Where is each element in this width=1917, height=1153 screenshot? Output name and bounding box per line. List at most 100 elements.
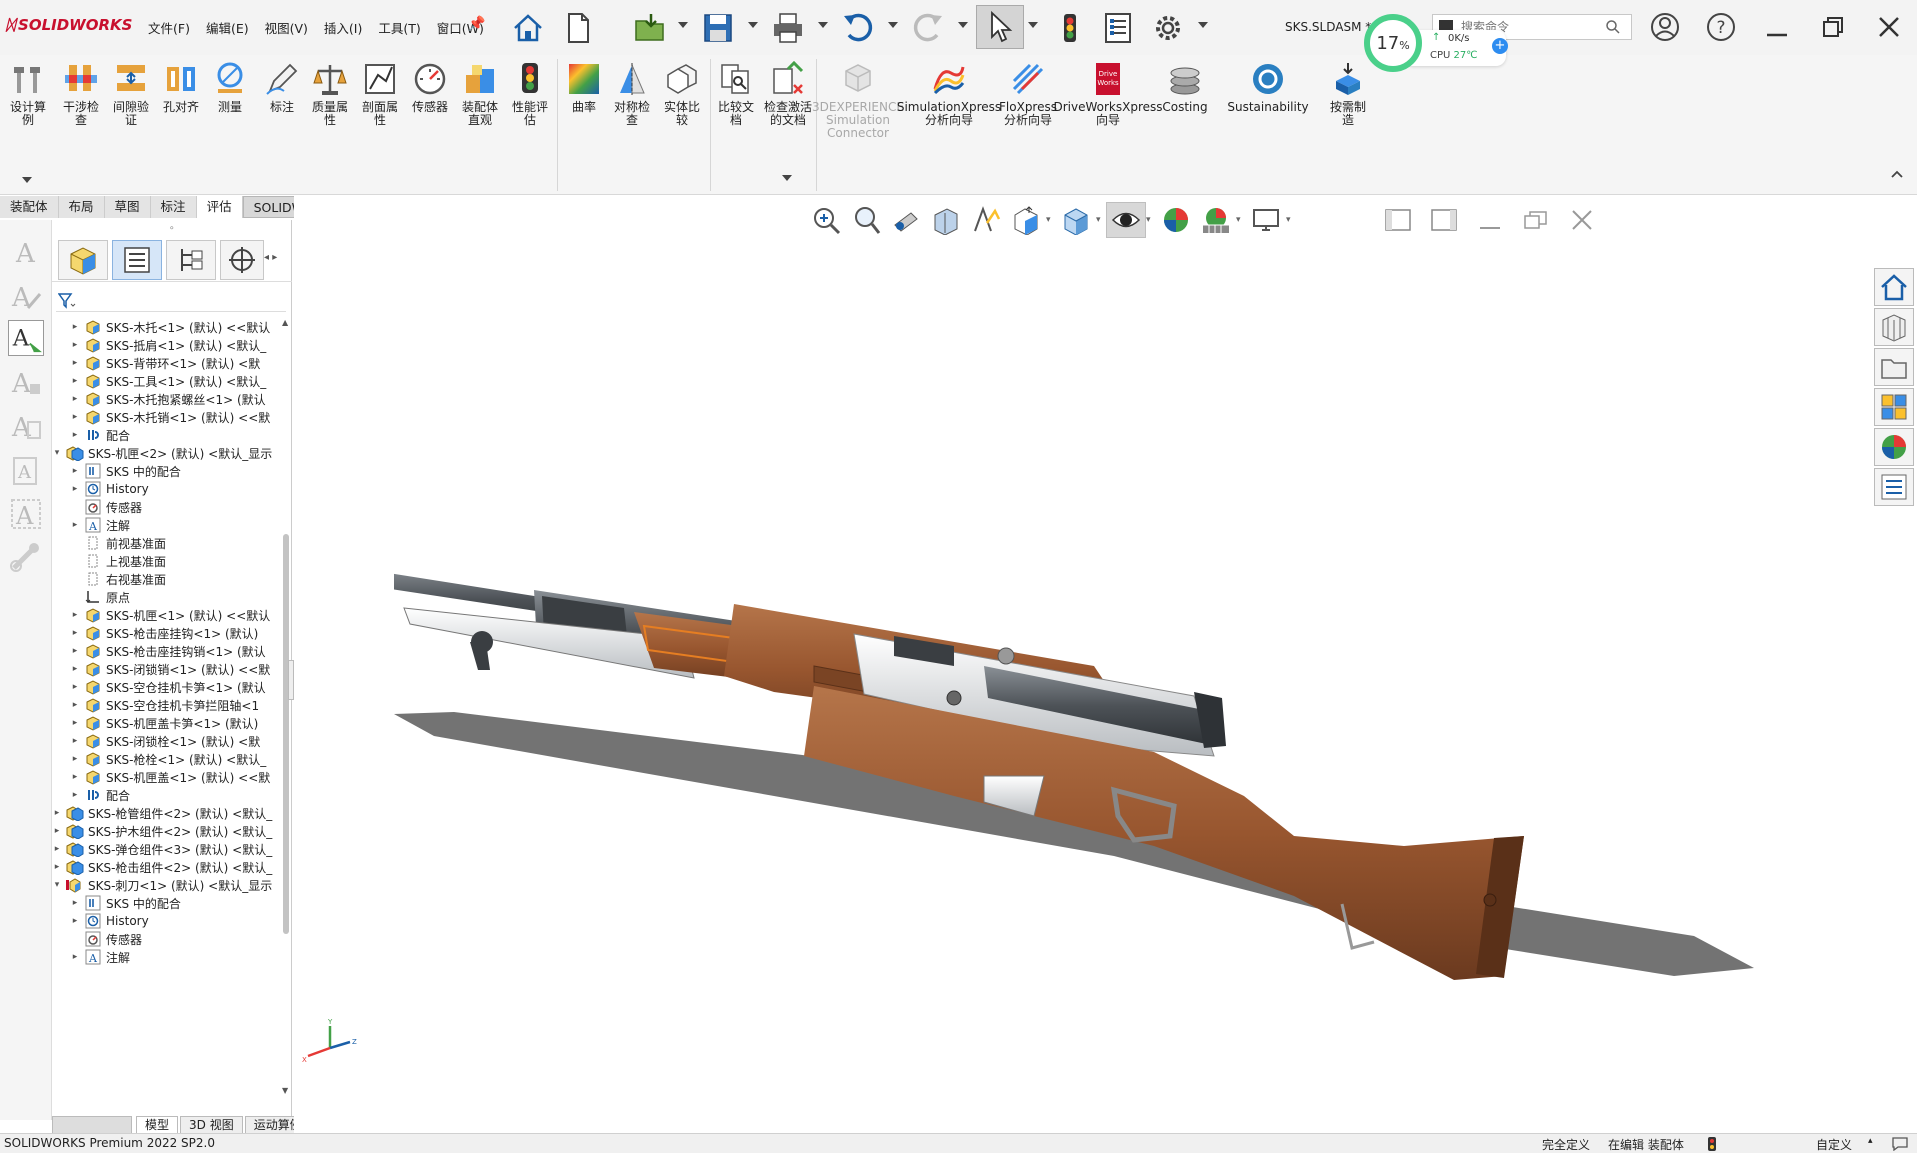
taskpane-solidworks-resources[interactable] (1874, 268, 1914, 306)
print-dropdown-icon[interactable] (818, 22, 828, 28)
redo-button[interactable] (908, 8, 948, 48)
expand-arrow-icon[interactable]: ▸ (52, 808, 62, 818)
ribbon-performance-evaluation[interactable]: 性能评估 (508, 61, 552, 127)
note-frame-icon[interactable]: A (8, 496, 44, 532)
viewport-close-icon[interactable] (1568, 208, 1596, 232)
taskpane-design-library[interactable] (1874, 308, 1914, 346)
hide-show-items-button[interactable] (1106, 202, 1146, 238)
expand-arrow-icon[interactable]: ▸ (70, 358, 80, 368)
account-button[interactable] (1648, 10, 1682, 44)
ribbon-expand-icon[interactable] (782, 175, 792, 181)
ribbon-compare-bodies[interactable]: 实体比较 (660, 61, 704, 127)
scroll-down-icon[interactable]: ▼ (282, 1086, 288, 1095)
ribbon-curvature[interactable]: 曲率 (564, 61, 604, 114)
ribbon-design-study[interactable]: 设计算例 (6, 61, 50, 127)
view-settings-button[interactable] (1246, 202, 1286, 238)
note-box-icon[interactable]: A (8, 408, 44, 444)
expand-arrow-icon[interactable]: ▸ (70, 898, 80, 908)
tab-nav-arrows[interactable] (52, 1116, 132, 1134)
expand-arrow-icon[interactable]: ▸ (70, 322, 80, 332)
propertymanager-tab[interactable] (112, 240, 162, 280)
ribbon-sustainability[interactable]: Sustainability (1227, 61, 1309, 114)
expand-arrow-icon[interactable]: ▸ (52, 826, 62, 836)
save-dropdown-icon[interactable] (748, 22, 758, 28)
expand-arrow-icon[interactable]: ▸ (70, 520, 80, 530)
expand-arrow-icon[interactable]: ▸ (70, 790, 80, 800)
ribbon-costing[interactable]: Costing (1160, 61, 1210, 114)
search-icon[interactable] (1605, 19, 1621, 35)
ribbon-interference-detection[interactable]: 干涉检查 (58, 61, 104, 127)
note-plus-icon[interactable]: A (8, 364, 44, 400)
expand-arrow-icon[interactable]: ▸ (70, 376, 80, 386)
view-orientation-dropdown-icon[interactable]: ▾ (1046, 215, 1056, 225)
zoom-to-fit-button[interactable] (806, 202, 846, 238)
rebuild-button[interactable] (1050, 8, 1090, 48)
tab-3d-view[interactable]: 3D 视图 (180, 1116, 243, 1134)
expand-arrow-icon[interactable]: ▸ (70, 772, 80, 782)
menu-insert[interactable]: 插入(I) (316, 18, 370, 37)
solidworks-logo[interactable]: ᛞ SOLIDWORKS (6, 16, 132, 34)
expand-arrow-icon[interactable]: ▸ (70, 700, 80, 710)
graphics-area[interactable]: ▾ ▾ ▾ ▾ ▾ Y Z X (294, 196, 1917, 1133)
open-dropdown-icon[interactable] (678, 22, 688, 28)
ribbon-mass-properties[interactable]: 质量属性 (308, 61, 352, 127)
ribbon-manufacture-on-demand[interactable]: 按需制造 (1326, 61, 1370, 127)
save-button[interactable] (698, 8, 738, 48)
redo-dropdown-icon[interactable] (958, 22, 968, 28)
options-button[interactable] (1148, 8, 1188, 48)
edit-appearance-button[interactable] (1156, 202, 1196, 238)
tab-markup[interactable]: 标注 (151, 196, 197, 218)
file-properties-button[interactable] (1098, 8, 1138, 48)
menu-view[interactable]: 视图(V) (257, 18, 316, 37)
expand-arrow-icon[interactable]: ▸ (70, 394, 80, 404)
ribbon-symmetry-check[interactable]: 对称检查 (610, 61, 654, 127)
undo-dropdown-icon[interactable] (888, 22, 898, 28)
auto-balloon-icon[interactable]: A (8, 320, 44, 356)
panel-grip-icon[interactable]: ⚬ (168, 224, 176, 234)
tab-model[interactable]: 模型 (136, 1116, 179, 1134)
select-dropdown-icon[interactable] (1028, 22, 1038, 28)
ribbon-minimize-chevron-icon[interactable] (1890, 169, 1904, 179)
viewport-restore-icon[interactable] (1522, 208, 1550, 232)
home-button[interactable] (508, 8, 548, 48)
tab-assembly[interactable]: 装配体 (0, 196, 59, 218)
section-view-button[interactable] (926, 202, 966, 238)
expand-arrow-icon[interactable]: ▸ (70, 916, 80, 926)
menu-tools[interactable]: 工具(T) (370, 18, 428, 37)
pin-menu-icon[interactable]: 📌 (468, 16, 485, 32)
unit-system-dropdown-icon[interactable]: ▴ (1868, 1136, 1873, 1146)
help-button[interactable]: ? (1704, 10, 1738, 44)
expand-arrow-icon[interactable]: ▸ (52, 844, 62, 854)
expand-arrow-icon[interactable]: ▸ (70, 466, 80, 476)
expand-arrow-icon[interactable]: ▸ (70, 952, 80, 962)
expand-arrow-icon[interactable]: ▸ (70, 412, 80, 422)
options-dropdown-icon[interactable] (1198, 22, 1208, 28)
unit-system[interactable]: 自定义 (1816, 1136, 1852, 1153)
open-button[interactable] (630, 8, 670, 48)
tree-item[interactable]: ▸ A 注解 (70, 946, 130, 968)
menu-file[interactable]: 文件(F) (140, 18, 198, 37)
view-orientation-button[interactable] (1006, 202, 1046, 238)
expand-arrow-icon[interactable]: ▸ (70, 610, 80, 620)
rebuild-status-light-icon[interactable] (1708, 1137, 1716, 1151)
note-tool-icon[interactable] (8, 540, 44, 576)
expand-arrow-icon[interactable]: ▸ (70, 340, 80, 350)
tab-sketch[interactable]: 草图 (105, 196, 151, 218)
ribbon-simulationxpress[interactable]: SimulationXpress 分析向导 (897, 61, 1001, 127)
expand-arrow-icon[interactable]: ▸ (70, 430, 80, 440)
scroll-up-icon[interactable]: ▲ (282, 318, 288, 327)
undo-button[interactable] (838, 8, 878, 48)
expand-arrow-icon[interactable]: ▸ (70, 754, 80, 764)
view-settings-dropdown-icon[interactable]: ▾ (1286, 215, 1296, 225)
note-stack-icon[interactable]: A (8, 452, 44, 488)
zoom-to-area-button[interactable] (846, 202, 886, 238)
close-button[interactable] (1872, 10, 1906, 44)
single-view-icon[interactable] (1384, 208, 1412, 232)
tab-evaluate[interactable]: 评估 (196, 196, 243, 218)
collapse-arrow-icon[interactable]: ▾ (52, 880, 62, 890)
tree-scrollbar[interactable]: ▲ ▼ (282, 318, 290, 1096)
featuremanager-tab[interactable] (58, 240, 108, 280)
ribbon-assembly-visualization[interactable]: 装配体直观 (458, 61, 502, 127)
two-view-icon[interactable] (1430, 208, 1458, 232)
previous-view-button[interactable] (886, 202, 926, 238)
